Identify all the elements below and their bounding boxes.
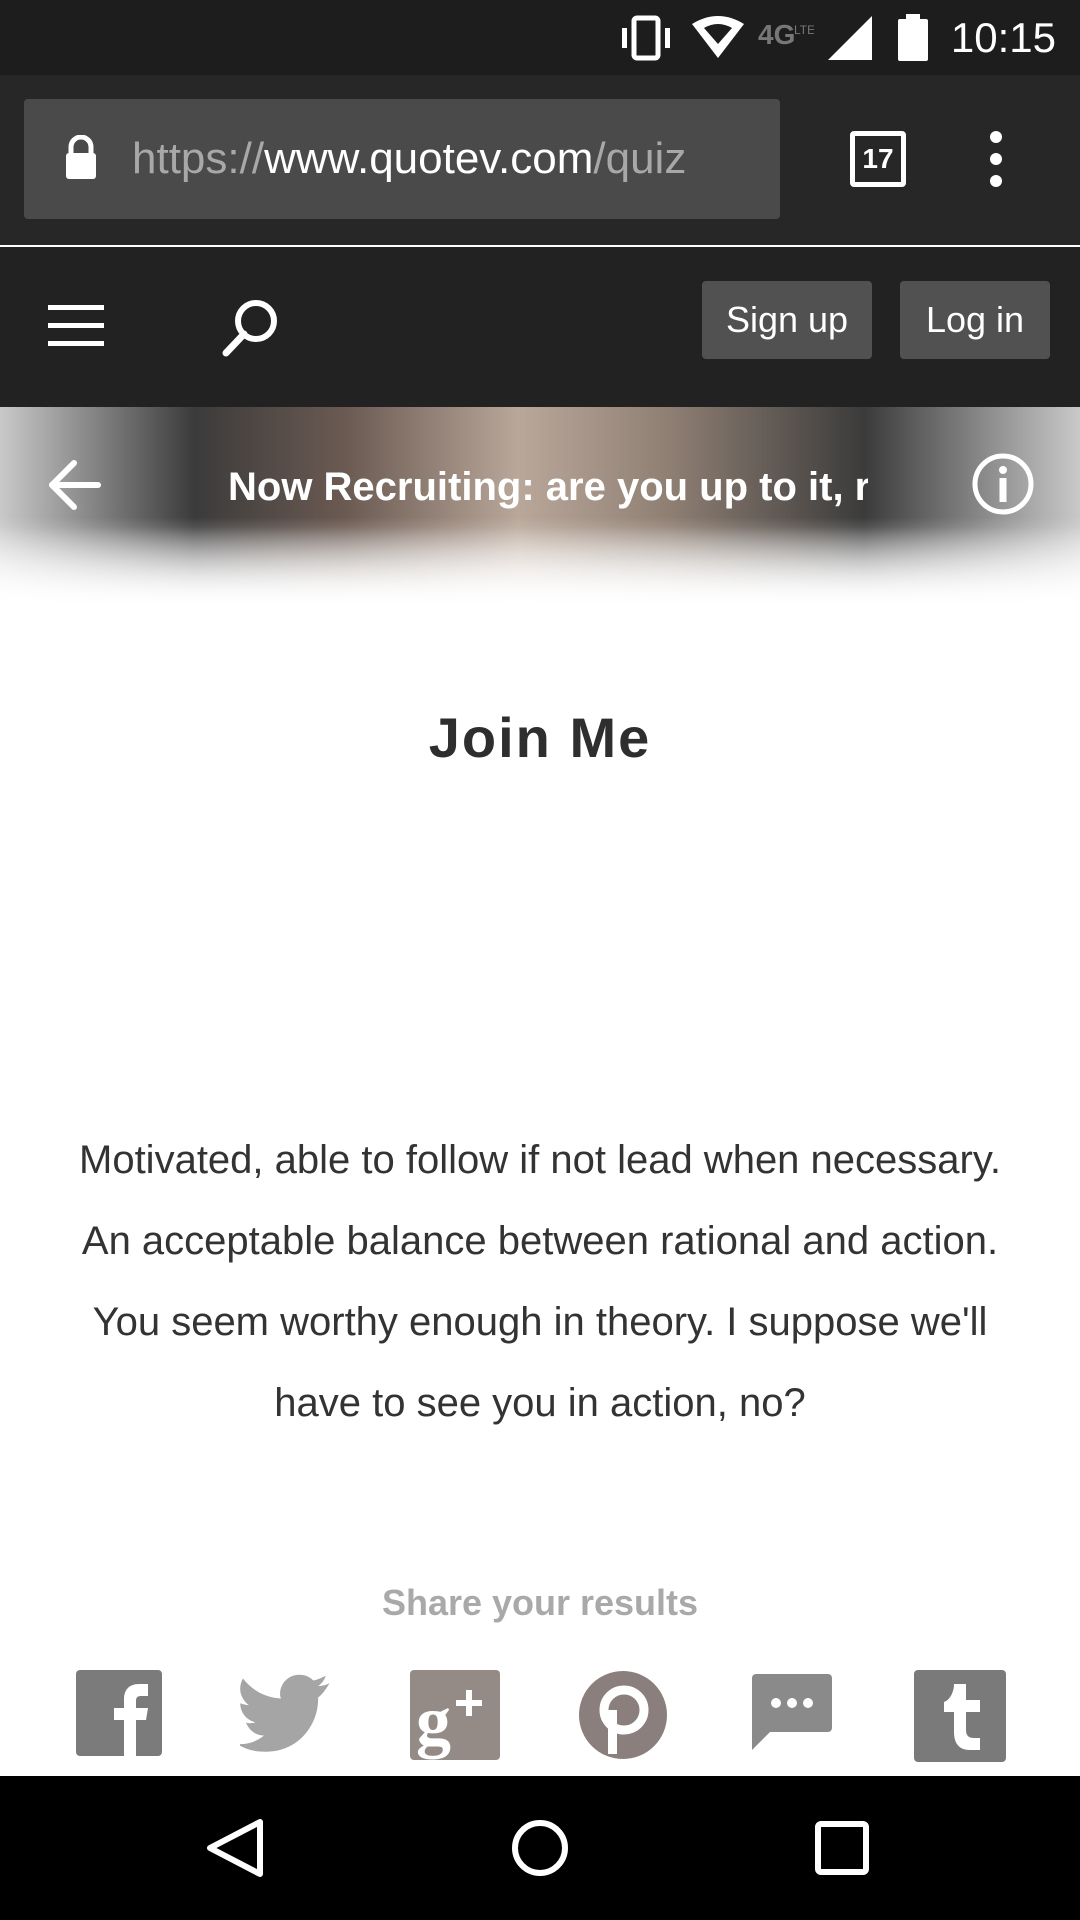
google-plus-icon[interactable]: g [410,1670,500,1760]
url-text[interactable]: https://www.quotev.com/quiz [132,129,772,189]
signal-icon [828,16,872,60]
search-icon[interactable] [220,297,282,357]
recent-apps-icon[interactable] [812,1818,872,1878]
back-icon[interactable] [200,1816,270,1880]
info-icon[interactable] [970,451,1036,517]
url-scheme: https:// [132,134,265,183]
share-buttons: g [0,1670,1080,1770]
home-icon[interactable] [508,1816,572,1880]
sign-up-button[interactable]: Sign up [702,281,872,359]
result-description: Motivated, able to follow if not lead wh… [79,1138,1001,1425]
twitter-icon[interactable] [240,1670,334,1756]
site-header: Sign up Log in [0,247,1080,407]
back-arrow-icon[interactable] [46,457,102,513]
svg-text:4G: 4G [758,19,795,50]
system-nav-bar [0,1776,1080,1920]
address-bar[interactable]: https://www.quotev.com/quiz [24,99,780,219]
browser-toolbar: https://www.quotev.com/quiz 17 [0,75,1080,245]
quiz-banner: Now Recruiting: are you up to it, r [0,407,1080,607]
tumblr-icon[interactable] [914,1670,1006,1762]
lock-icon [66,135,96,179]
tab-switcher-button[interactable]: 17 [850,131,906,187]
log-in-button[interactable]: Log in [900,281,1050,359]
more-options-icon[interactable] [980,131,1012,187]
pinterest-icon[interactable] [578,1670,668,1760]
vibrate-icon [622,15,670,61]
battery-icon [898,14,928,61]
banner-fade [0,527,1080,607]
share-label: Share your results [381,1582,699,1623]
menu-icon[interactable] [48,303,104,349]
quiz-title[interactable]: Now Recruiting: are you up to it, r [228,457,868,517]
url-path: /quiz [593,134,687,183]
clock: 10:15 [950,14,1056,61]
svg-text:LTE: LTE [794,23,814,37]
svg-text:g: g [416,1683,451,1760]
result-title: Join Me [428,706,652,769]
url-host: www.quotev.com [264,134,594,183]
facebook-icon[interactable] [76,1670,162,1756]
lte-icon: 4G LTE [758,19,814,50]
sms-icon[interactable] [750,1670,834,1752]
wifi-icon [692,16,744,58]
status-bar: 4G LTE 10:15 [0,0,1080,75]
